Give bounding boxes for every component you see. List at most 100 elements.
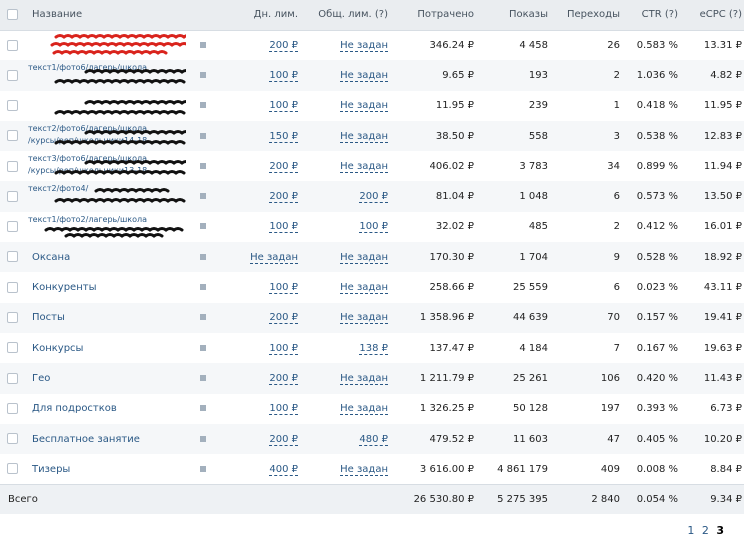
table-row[interactable]: Конкуренты 100 ₽ Не задан 258.66 ₽ 25 55…: [0, 272, 744, 303]
daily-limit-cell[interactable]: 200 ₽: [218, 302, 306, 333]
total-limit-cell[interactable]: Не задан: [306, 90, 396, 121]
total-limit-link[interactable]: Не задан: [340, 160, 388, 173]
row-checkbox[interactable]: [6, 372, 18, 384]
campaign-name-cell[interactable]: текст1/фото2/лагерь/школа: [24, 211, 188, 243]
campaign-name[interactable]: Посты: [32, 312, 65, 323]
daily-limit-cell[interactable]: 100 ₽: [218, 60, 306, 91]
total-limit-link[interactable]: Не задан: [340, 251, 388, 264]
total-limit-link[interactable]: Не задан: [340, 463, 388, 476]
total-limit-cell[interactable]: 138 ₽: [306, 332, 396, 364]
row-checkbox-cell[interactable]: [0, 211, 24, 243]
campaign-name-cell[interactable]: Посты: [24, 302, 188, 333]
campaign-name-cell[interactable]: текст2/фото4/: [24, 181, 188, 212]
table-row[interactable]: текст1/фото2/лагерь/школа 100 ₽ 100 ₽ 32…: [0, 211, 744, 243]
row-checkbox-cell[interactable]: [0, 60, 24, 91]
total-limit-link[interactable]: 100 ₽: [359, 221, 388, 234]
table-row[interactable]: 100 ₽ Не задан 11.95 ₽ 239 1 0.418 % 11.…: [0, 90, 744, 121]
col-ecpc-header[interactable]: eCPC (?): [686, 0, 744, 31]
total-limit-link[interactable]: 480 ₽: [359, 433, 388, 446]
daily-limit-link[interactable]: 100 ₽: [269, 342, 298, 355]
campaign-name[interactable]: Бесплатное занятие: [32, 434, 140, 445]
row-checkbox-cell[interactable]: [0, 332, 24, 364]
daily-limit-link[interactable]: Не задан: [250, 251, 298, 264]
total-limit-cell[interactable]: Не задан: [306, 302, 396, 333]
row-checkbox[interactable]: [6, 130, 18, 142]
daily-limit-cell[interactable]: 200 ₽: [218, 363, 306, 394]
campaign-name-cell[interactable]: Для подростков: [24, 393, 188, 424]
campaign-name[interactable]: Оксана: [32, 252, 70, 263]
table-row[interactable]: Гео 200 ₽ Не задан 1 211.79 ₽ 25 261 106…: [0, 363, 744, 394]
table-row[interactable]: Тизеры 400 ₽ Не задан 3 616.00 ₽ 4 861 1…: [0, 454, 744, 485]
total-limit-cell[interactable]: Не задан: [306, 30, 396, 61]
row-checkbox-cell[interactable]: [0, 272, 24, 303]
daily-limit-cell[interactable]: 200 ₽: [218, 181, 306, 212]
row-checkbox-cell[interactable]: [0, 120, 24, 152]
daily-limit-cell[interactable]: 100 ₽: [218, 393, 306, 424]
row-checkbox-cell[interactable]: [0, 363, 24, 394]
daily-limit-cell[interactable]: 100 ₽: [218, 90, 306, 121]
row-checkbox[interactable]: [6, 281, 18, 293]
col-name-header[interactable]: Название: [24, 0, 188, 31]
row-checkbox-cell[interactable]: [0, 423, 24, 455]
campaign-name-cell[interactable]: текст2/фото6/лагерь/школа /курсы/реп/шко…: [24, 120, 188, 152]
total-limit-cell[interactable]: 200 ₽: [306, 181, 396, 212]
table-row[interactable]: Посты 200 ₽ Не задан 1 358.96 ₽ 44 639 7…: [0, 302, 744, 333]
col-impressions-header[interactable]: Показы: [482, 0, 556, 31]
campaign-name-cell[interactable]: [24, 90, 188, 121]
table-row[interactable]: текст2/фото6/лагерь/школа /курсы/реп/шко…: [0, 120, 744, 152]
col-daily-limit-header[interactable]: Дн. лим.: [218, 0, 306, 31]
row-checkbox[interactable]: [6, 190, 18, 202]
daily-limit-link[interactable]: 200 ₽: [269, 433, 298, 446]
campaign-name-cell[interactable]: Тизеры: [24, 454, 188, 485]
row-checkbox[interactable]: [6, 221, 18, 233]
total-limit-cell[interactable]: Не задан: [306, 272, 396, 303]
daily-limit-link[interactable]: 200 ₽: [269, 160, 298, 173]
table-row[interactable]: текст2/фото4/ 200 ₽ 200 ₽ 81.04 ₽ 1 048 …: [0, 181, 744, 212]
total-limit-link[interactable]: 138 ₽: [359, 342, 388, 355]
daily-limit-link[interactable]: 200 ₽: [269, 312, 298, 325]
table-row[interactable]: Оксана Не задан Не задан 170.30 ₽ 1 704 …: [0, 242, 744, 273]
row-checkbox-cell[interactable]: [0, 90, 24, 121]
row-checkbox[interactable]: [6, 251, 18, 263]
select-all-checkbox-cell[interactable]: [0, 0, 24, 31]
row-checkbox-cell[interactable]: [0, 242, 24, 273]
table-row[interactable]: Для подростков 100 ₽ Не задан 1 326.25 ₽…: [0, 393, 744, 424]
daily-limit-link[interactable]: 200 ₽: [269, 191, 298, 204]
total-limit-link[interactable]: Не задан: [340, 130, 388, 143]
row-checkbox[interactable]: [6, 342, 18, 354]
campaign-name-cell[interactable]: Оксана: [24, 242, 188, 273]
table-row[interactable]: текст1/фото6/лагерь/школа 100 ₽ Не задан…: [0, 60, 744, 91]
total-limit-cell[interactable]: Не задан: [306, 454, 396, 485]
daily-limit-cell[interactable]: 100 ₽: [218, 211, 306, 243]
total-limit-link[interactable]: Не задан: [340, 372, 388, 385]
campaign-name[interactable]: Конкуренты: [32, 282, 96, 293]
row-checkbox-cell[interactable]: [0, 302, 24, 333]
total-limit-link[interactable]: Не задан: [340, 100, 388, 113]
total-limit-link[interactable]: Не задан: [340, 282, 388, 295]
total-limit-link[interactable]: Не задан: [340, 312, 388, 325]
daily-limit-cell[interactable]: Не задан: [218, 242, 306, 273]
total-limit-link[interactable]: Не задан: [340, 69, 388, 82]
campaign-name-cell[interactable]: [24, 30, 188, 61]
select-all-checkbox[interactable]: [6, 9, 18, 20]
row-checkbox-cell[interactable]: [0, 393, 24, 424]
row-checkbox-cell[interactable]: [0, 30, 24, 61]
campaign-name-cell[interactable]: текст1/фото6/лагерь/школа: [24, 60, 188, 91]
page-2-link[interactable]: 2: [702, 524, 709, 537]
campaign-name[interactable]: Конкурсы: [32, 343, 83, 354]
daily-limit-link[interactable]: 100 ₽: [269, 69, 298, 82]
daily-limit-cell[interactable]: 400 ₽: [218, 454, 306, 485]
table-row[interactable]: текст3/фото6/лагерь/школа /курсы/реп/шко…: [0, 151, 744, 182]
daily-limit-cell[interactable]: 200 ₽: [218, 30, 306, 61]
total-limit-cell[interactable]: 480 ₽: [306, 423, 396, 455]
campaign-name-cell[interactable]: Гео: [24, 363, 188, 394]
daily-limit-cell[interactable]: 100 ₽: [218, 272, 306, 303]
total-limit-link[interactable]: 200 ₽: [359, 191, 388, 204]
campaign-name-cell[interactable]: Бесплатное занятие: [24, 423, 188, 455]
daily-limit-link[interactable]: 200 ₽: [269, 372, 298, 385]
campaign-name[interactable]: Гео: [32, 373, 50, 384]
total-limit-cell[interactable]: Не задан: [306, 151, 396, 182]
daily-limit-cell[interactable]: 200 ₽: [218, 423, 306, 455]
campaign-name[interactable]: Тизеры: [32, 464, 70, 475]
total-limit-cell[interactable]: Не задан: [306, 120, 396, 152]
